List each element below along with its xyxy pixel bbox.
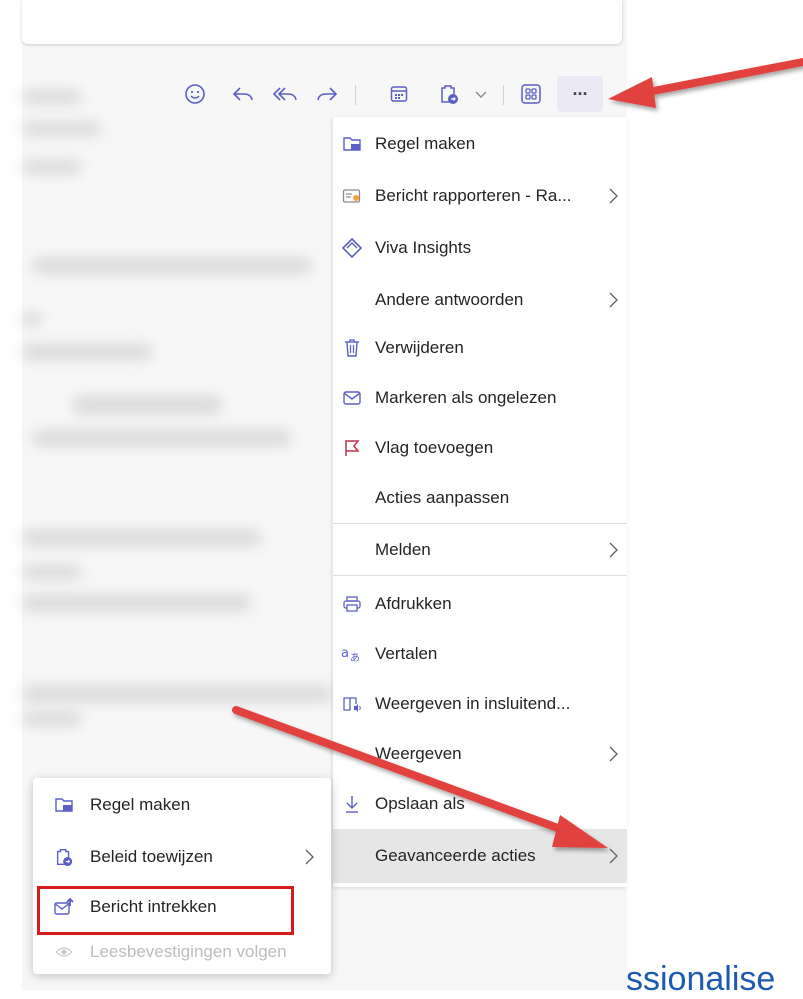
emoji-icon[interactable] (175, 76, 215, 112)
watermark-text: ssionalise (626, 960, 776, 998)
more-icon: ··· (572, 83, 589, 104)
menu-divider (333, 523, 627, 524)
blurred-text (22, 595, 252, 611)
menu-item-label: Vlag toevoegen (375, 438, 494, 457)
left-edge (0, 0, 22, 990)
menu-item-label: Acties aanpassen (375, 488, 510, 507)
menu-item-label: Geavanceerde acties (375, 846, 536, 865)
toolbar-divider (503, 85, 504, 105)
blurred-text (22, 312, 42, 326)
blurred-text (22, 122, 102, 136)
menu-item-afdrukken[interactable]: Afdrukken (333, 579, 627, 629)
download-icon (341, 793, 363, 815)
menu-item-verwijderen[interactable]: Verwijderen (333, 323, 627, 373)
blurred-text (72, 396, 222, 414)
menu-item-weergeven[interactable]: Weergeven (333, 729, 627, 779)
chevron-right-icon (607, 290, 619, 315)
policy-icon[interactable] (429, 76, 469, 112)
more-actions-button[interactable]: ··· (557, 76, 603, 112)
blurred-text (22, 160, 82, 174)
menu-item-vertalen[interactable]: aあ Vertalen (333, 629, 627, 679)
submenu-item-label: Regel maken (90, 795, 191, 814)
arrow-to-more-button (608, 58, 803, 108)
submenu-item-regel-maken[interactable]: Regel maken (33, 780, 331, 830)
eye-icon (53, 941, 75, 963)
chevron-right-icon (607, 540, 619, 565)
menu-item-label: Viva Insights (375, 238, 472, 257)
submenu-item-leesbevestigingen: Leesbevestigingen volgen (33, 932, 331, 972)
blurred-text (22, 565, 82, 579)
blurred-sender (22, 90, 82, 104)
menu-item-regel-maken[interactable]: Regel maken (333, 119, 627, 169)
menu-item-melden[interactable]: Melden (333, 525, 627, 575)
report-message-icon (341, 185, 363, 207)
menu-item-label: Bericht rapporteren - Ra... (375, 186, 572, 205)
menu-item-label: Weergeven (375, 744, 462, 763)
chevron-right-icon (607, 846, 619, 871)
chevron-down-icon[interactable] (471, 76, 491, 112)
translate-icon: aあ (341, 643, 363, 665)
blurred-text (22, 686, 332, 702)
envelope-icon (341, 387, 363, 409)
submenu-item-label: Beleid toewijzen (90, 847, 213, 866)
menu-item-label: Afdrukken (375, 594, 452, 613)
svg-text:a: a (341, 646, 349, 661)
reply-icon[interactable] (223, 76, 263, 112)
submenu-item-beleid-toewijzen[interactable]: Beleid toewijzen (33, 832, 331, 882)
toolbar-divider (355, 85, 356, 105)
trash-icon (341, 337, 363, 359)
chevron-right-icon (607, 186, 619, 211)
menu-item-weergeven-insluitend[interactable]: Weergeven in insluitend... (333, 679, 627, 729)
menu-item-markeren-als-ongelezen[interactable]: Markeren als ongelezen (333, 373, 627, 423)
menu-item-andere-antwoorden[interactable]: Andere antwoorden (333, 275, 627, 325)
flag-icon (341, 437, 363, 459)
advanced-actions-submenu: Regel maken Beleid toewijzen Bericht int… (33, 778, 331, 974)
viva-insights-icon (341, 237, 363, 259)
blurred-text (32, 258, 312, 274)
menu-item-opslaan-als[interactable]: Opslaan als (333, 779, 627, 829)
policy-icon (53, 846, 75, 868)
printer-icon (341, 593, 363, 615)
message-header-card (22, 0, 622, 44)
menu-item-label: Verwijderen (375, 338, 464, 357)
reply-all-icon[interactable] (265, 76, 305, 112)
blurred-text (22, 530, 262, 546)
immersive-reader-icon (341, 693, 363, 715)
forward-icon[interactable] (307, 76, 347, 112)
highlight-box (37, 886, 294, 935)
blurred-text (22, 344, 152, 360)
rule-icon (53, 794, 75, 816)
menu-item-bericht-rapporteren[interactable]: Bericht rapporteren - Ra... (333, 171, 627, 221)
more-actions-menu: Regel maken Bericht rapporteren - Ra... … (333, 117, 627, 887)
menu-item-label: Vertalen (375, 644, 438, 663)
menu-item-geavanceerde-acties[interactable]: Geavanceerde acties (333, 829, 627, 883)
menu-item-acties-aanpassen[interactable]: Acties aanpassen (333, 473, 627, 523)
submenu-item-label: Leesbevestigingen volgen (90, 942, 287, 961)
rule-icon (341, 133, 363, 155)
menu-item-label: Regel maken (375, 134, 476, 153)
chevron-right-icon (303, 847, 315, 872)
menu-item-viva-insights[interactable]: Viva Insights (333, 223, 627, 273)
blurred-text (32, 430, 292, 446)
menu-item-label: Melden (375, 540, 431, 559)
calendar-icon[interactable] (379, 76, 419, 112)
blurred-text (22, 712, 82, 726)
chevron-right-icon (607, 744, 619, 769)
menu-divider (333, 575, 627, 576)
svg-text:あ: あ (350, 652, 360, 663)
menu-item-label: Weergeven in insluitend... (375, 694, 571, 713)
menu-item-label: Markeren als ongelezen (375, 388, 557, 407)
menu-item-label: Opslaan als (375, 794, 465, 813)
menu-item-label: Andere antwoorden (375, 290, 524, 309)
menu-item-vlag-toevoegen[interactable]: Vlag toevoegen (333, 423, 627, 473)
apps-icon[interactable] (511, 76, 551, 112)
